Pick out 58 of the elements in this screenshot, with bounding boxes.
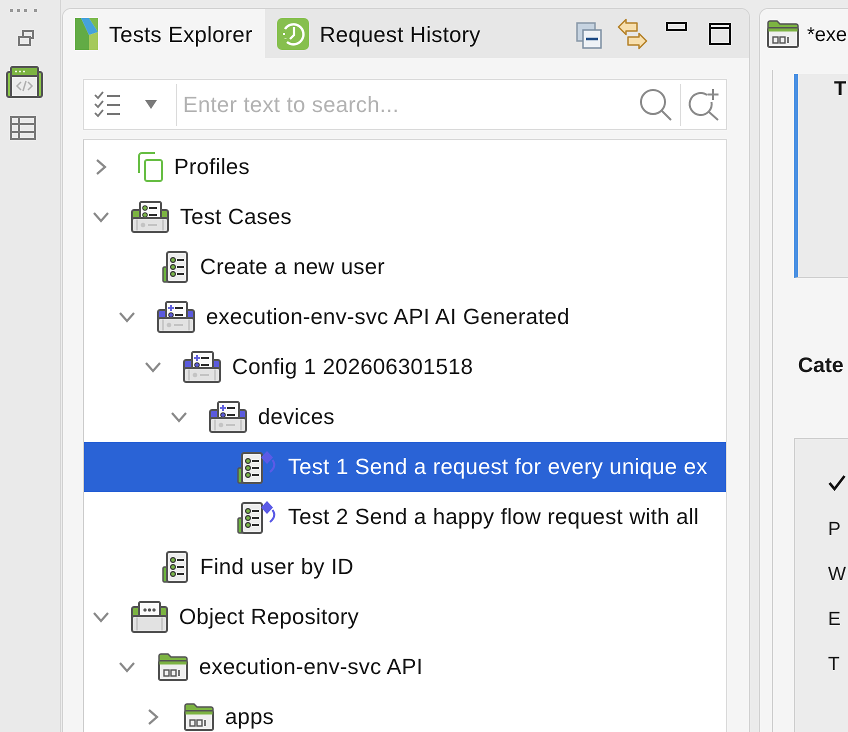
document-sparkle-icon bbox=[237, 450, 277, 484]
option-item[interactable]: W bbox=[828, 564, 846, 586]
stacked-windows-minus-icon[interactable] bbox=[576, 22, 602, 48]
folder-icon bbox=[158, 653, 188, 681]
card-title: T bbox=[834, 78, 846, 100]
tree-item[interactable]: Object Repository bbox=[84, 592, 726, 642]
tree-item[interactable]: Test Cases bbox=[84, 192, 726, 242]
tree-item[interactable]: Create a new user bbox=[84, 242, 726, 292]
chevron-down-icon[interactable] bbox=[118, 661, 136, 673]
folder-icon bbox=[767, 20, 799, 48]
tree-item[interactable]: Config 1 202606301518 bbox=[84, 342, 726, 392]
table-icon[interactable] bbox=[10, 116, 36, 140]
chevron-down-icon[interactable] bbox=[92, 611, 110, 623]
option-item[interactable]: T bbox=[828, 654, 840, 676]
search-bar[interactable]: Enter text to search... bbox=[83, 79, 727, 130]
chevron-down-icon[interactable] bbox=[170, 411, 188, 423]
card-tray-icon bbox=[131, 201, 169, 233]
tree-item[interactable]: Profiles bbox=[84, 142, 726, 192]
tab[interactable]: *exe bbox=[760, 9, 848, 58]
chevron-down-icon[interactable] bbox=[144, 361, 162, 373]
checklist-document-icon bbox=[162, 551, 189, 583]
minimize-icon[interactable] bbox=[666, 22, 687, 31]
search-plus-icon[interactable] bbox=[687, 88, 720, 121]
tree-item[interactable]: Test 2 Send a happy flow request with all bbox=[84, 492, 726, 542]
check-icon[interactable] bbox=[828, 474, 846, 491]
card-tray-icon bbox=[209, 401, 247, 433]
option-item[interactable]: E bbox=[828, 609, 841, 631]
overlapping-squares-icon bbox=[137, 152, 163, 182]
code-window-icon[interactable] bbox=[6, 66, 43, 98]
dropdown-caret-icon[interactable] bbox=[145, 100, 157, 109]
drawer-icon bbox=[131, 601, 168, 633]
tab[interactable]: Tests Explorer bbox=[63, 9, 265, 58]
restore-icon[interactable] bbox=[18, 30, 34, 46]
section-heading: Cate bbox=[797, 353, 845, 379]
tree-item[interactable]: execution-env-svc API AI Generated bbox=[84, 292, 726, 342]
checklist-icon[interactable] bbox=[93, 90, 121, 118]
search-icon[interactable] bbox=[639, 88, 672, 121]
clock-icon bbox=[276, 18, 309, 50]
option-item[interactable]: P bbox=[828, 519, 841, 541]
swap-arrows-icon[interactable] bbox=[617, 18, 648, 50]
tree-item[interactable]: devices bbox=[84, 392, 726, 442]
grip-dots-icon bbox=[10, 9, 37, 12]
tree-item[interactable]: execution-env-svc API bbox=[84, 642, 726, 692]
logo-icon bbox=[75, 18, 98, 50]
card-tray-icon bbox=[183, 351, 221, 383]
card-tray-icon bbox=[157, 301, 195, 333]
chevron-down-icon[interactable] bbox=[92, 211, 110, 223]
tree-item[interactable]: Test 1 Send a request for every unique ex bbox=[84, 442, 726, 492]
maximize-icon[interactable] bbox=[709, 22, 731, 44]
tree-item[interactable]: apps bbox=[84, 692, 726, 732]
chevron-right-icon[interactable] bbox=[147, 708, 159, 726]
tab[interactable]: Request History bbox=[264, 9, 493, 58]
document-sparkle-icon bbox=[237, 500, 277, 534]
checklist-document-icon bbox=[162, 251, 189, 283]
tree-item[interactable]: Find user by ID bbox=[84, 542, 726, 592]
chevron-right-icon[interactable] bbox=[95, 158, 107, 176]
folder-icon bbox=[184, 703, 214, 731]
chevron-down-icon[interactable] bbox=[118, 311, 136, 323]
